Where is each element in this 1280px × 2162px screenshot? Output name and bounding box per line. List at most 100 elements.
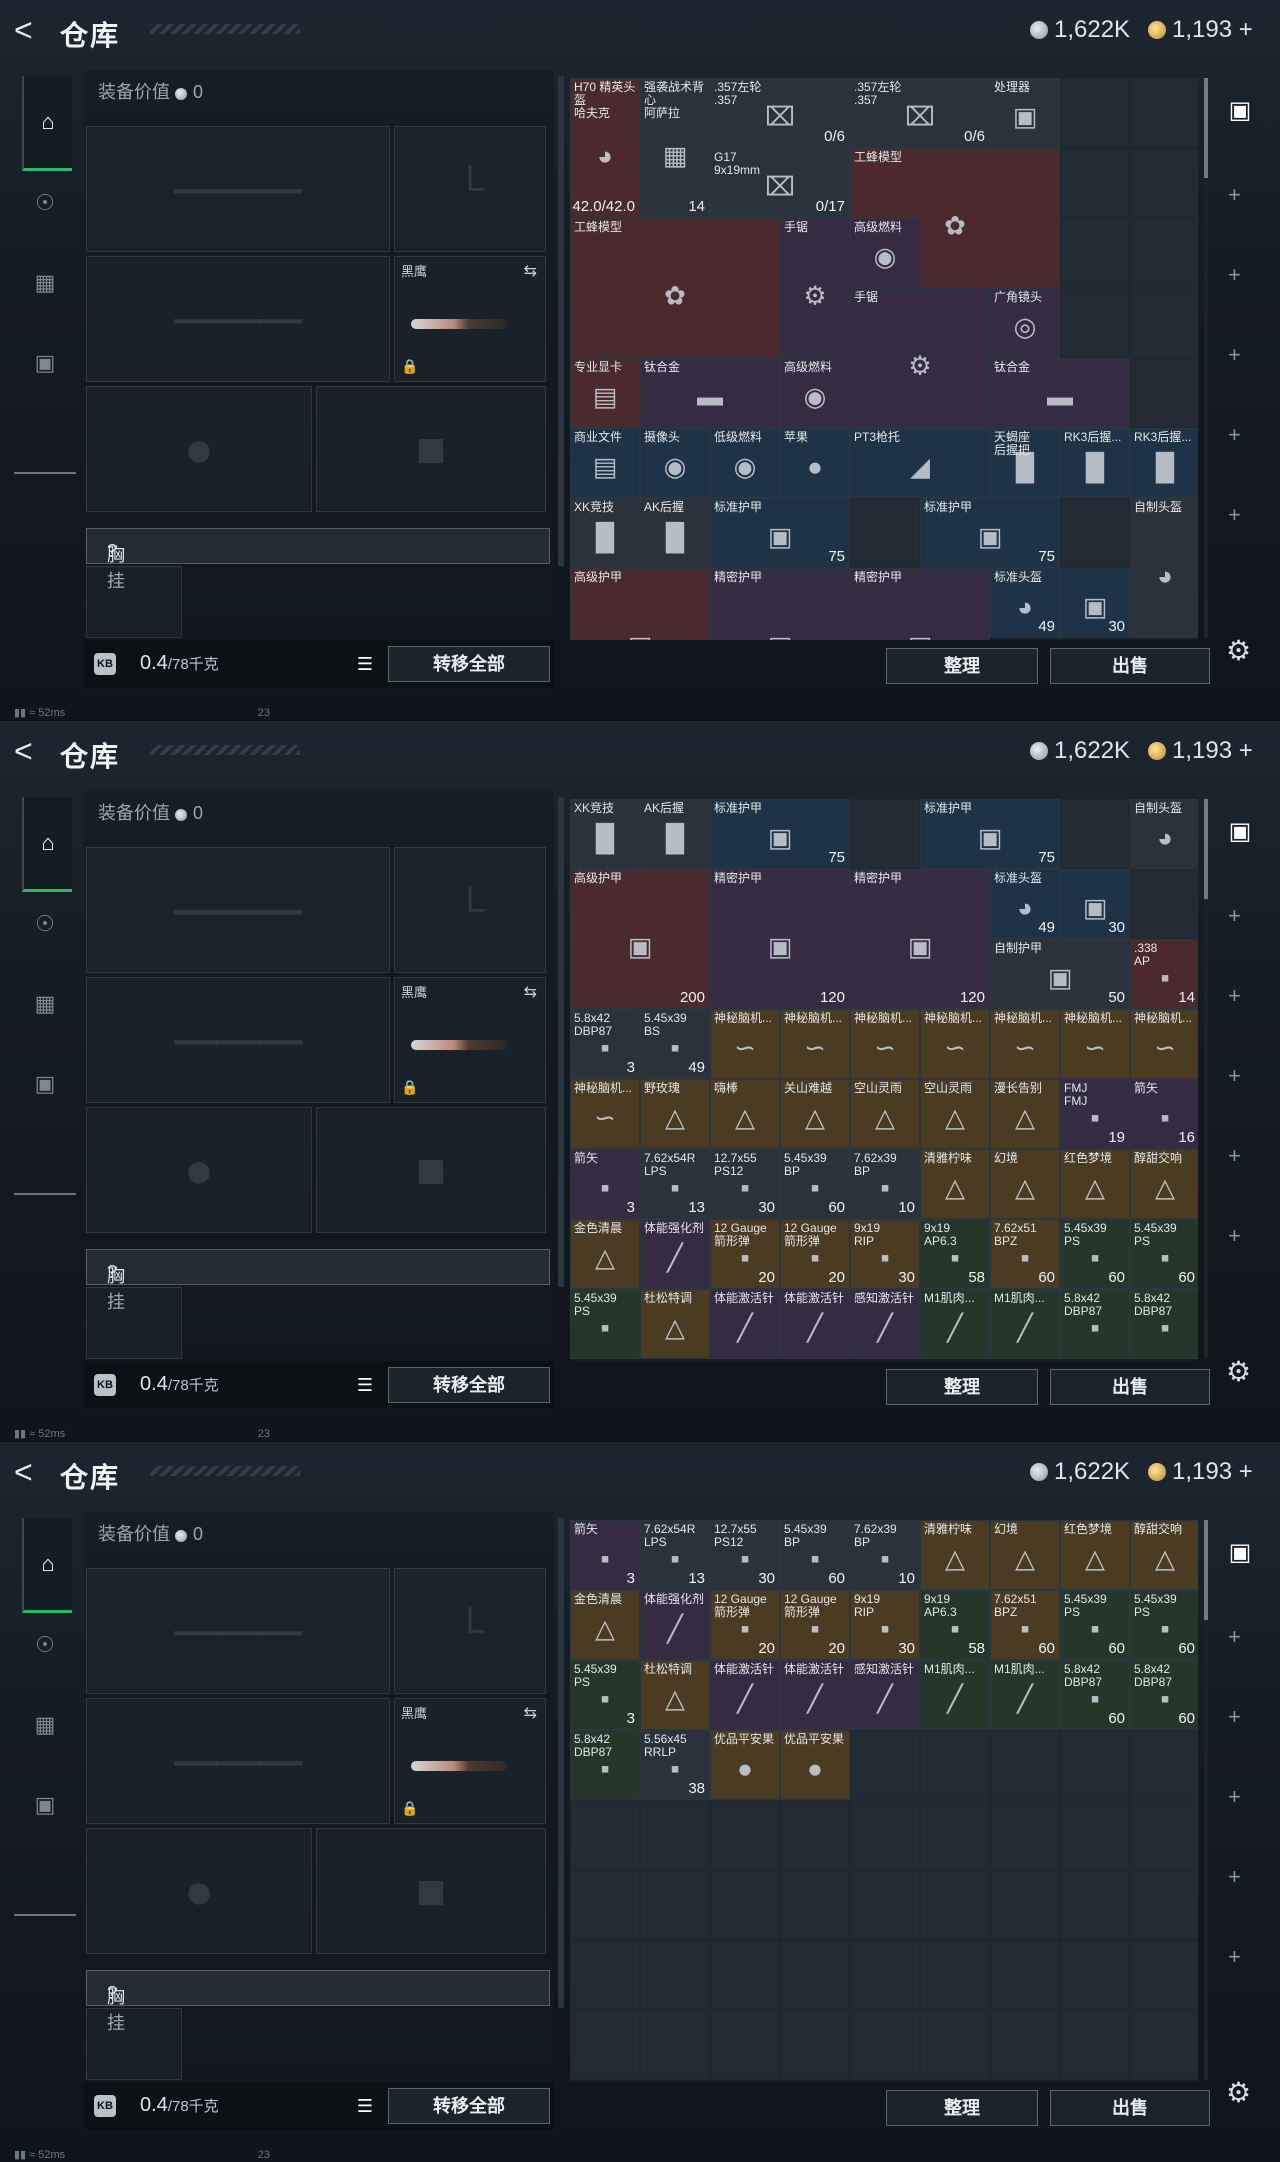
storage-item[interactable]: ▪ 5.45x39 PS	[570, 1289, 640, 1359]
storage-item[interactable]: △ 醇甜交响	[1130, 1149, 1198, 1219]
empty-grid-cell[interactable]	[990, 1800, 1060, 1870]
empty-grid-cell[interactable]	[850, 1940, 920, 2010]
empty-grid-cell[interactable]	[1060, 1730, 1130, 1800]
empty-grid-cell[interactable]	[1130, 218, 1198, 288]
secondary-weapon-slot[interactable]: ───	[86, 977, 390, 1103]
helmet-slot[interactable]: ●	[86, 1107, 312, 1233]
storage-item[interactable]: ╱ 感知激活针	[850, 1289, 920, 1359]
storage-item[interactable]: ▣ 标准护甲 75	[920, 498, 1060, 568]
add-page-icon[interactable]: +	[1228, 422, 1241, 448]
transfer-all-button[interactable]: 转移全部	[388, 2088, 550, 2124]
storage-item[interactable]: ▪ 5.8x42 DBP87 60	[1130, 1660, 1198, 1730]
add-page-icon[interactable]: +	[1228, 262, 1241, 288]
armor-slot[interactable]: ■	[316, 386, 546, 512]
storage-item[interactable]: ▪ 7.62x39 BP 10	[850, 1520, 920, 1590]
storage-item[interactable]: ▪ 9x19 AP6.3 58	[920, 1219, 990, 1289]
add-page-icon[interactable]: +	[1228, 1864, 1241, 1890]
empty-grid-cell[interactable]	[850, 2010, 920, 2080]
empty-grid-cell[interactable]	[710, 1870, 780, 1940]
transfer-all-button[interactable]: 转移全部	[388, 1367, 550, 1403]
storage-item[interactable]: ▪ 7.62x51 BPZ 60	[990, 1219, 1060, 1289]
storage-item[interactable]: ▪ 5.45x39 PS 60	[1130, 1590, 1198, 1660]
empty-grid-cell[interactable]	[640, 1940, 710, 2010]
help-icon[interactable]: ?	[107, 541, 117, 562]
sell-button[interactable]: 出售	[1050, 2090, 1210, 2126]
storage-item[interactable]: ▪ 5.45x39 PS 60	[1130, 1219, 1198, 1289]
swap-icon[interactable]: ⇆	[524, 982, 537, 1002]
storage-item[interactable]: △ 清雅柠味	[920, 1520, 990, 1590]
pistol-slot[interactable]: └	[394, 1568, 546, 1694]
storage-item[interactable]: ● 苹果	[780, 428, 850, 498]
storage-item[interactable]: ● 优品平安果	[710, 1730, 780, 1800]
storage-item[interactable]: ▪ 5.8x42 DBP87	[1130, 1289, 1198, 1359]
storage-item[interactable]: ╱ M1肌肉...	[990, 1660, 1060, 1730]
empty-grid-cell[interactable]	[850, 1800, 920, 1870]
storage-item[interactable]: ∽ 神秘脑机...	[780, 1009, 850, 1079]
storage-item[interactable]: ▣ 自制护甲 50	[990, 939, 1130, 1009]
empty-grid-cell[interactable]	[1060, 799, 1130, 869]
empty-grid-cell[interactable]	[1060, 1940, 1130, 2010]
list-icon[interactable]: ☰	[350, 1371, 380, 1399]
storage-scroll-thumb[interactable]	[1204, 799, 1208, 899]
storage-item[interactable]: ▪ 5.45x39 PS 60	[1060, 1219, 1130, 1289]
gold-currency[interactable]: 1,193 +	[1148, 16, 1253, 44]
backpack-tab-icon[interactable]: ▣	[22, 1782, 68, 1828]
storage-item[interactable]: ▪ 7.62x39 BP 10	[850, 1149, 920, 1219]
helmet-slot[interactable]: ●	[86, 1828, 312, 1954]
backpack-tab-icon[interactable]: ▣	[22, 1061, 68, 1107]
storage-item[interactable]: ∽ 神秘脑机...	[1130, 1009, 1198, 1079]
empty-grid-cell[interactable]	[1060, 498, 1130, 568]
storage-item[interactable]: █ RK3后握...	[1130, 428, 1198, 498]
helmet-tab-icon[interactable]: ☉	[22, 901, 68, 947]
storage-item[interactable]: ∽ 神秘脑机...	[570, 1079, 640, 1149]
empty-grid-cell[interactable]	[1130, 78, 1198, 148]
secondary-weapon-slot[interactable]: ───	[86, 256, 390, 382]
empty-grid-cell[interactable]	[570, 1870, 640, 1940]
empty-grid-cell[interactable]	[640, 1870, 710, 1940]
weapons-tab-icon[interactable]: ⌂	[22, 76, 72, 171]
storage-item[interactable]: ▪ 箭矢 3	[570, 1149, 640, 1219]
empty-grid-cell[interactable]	[850, 1730, 920, 1800]
storage-item[interactable]: ⌧ G17 9x19mm 0/17	[710, 148, 850, 218]
storage-item[interactable]: ▬ 钛合金	[990, 358, 1130, 428]
sort-button[interactable]: 整理	[886, 1369, 1038, 1405]
storage-item[interactable]: △ 关山难越	[780, 1079, 850, 1149]
storage-item[interactable]: ▪ 7.62x54R LPS 13	[640, 1149, 710, 1219]
primary-weapon-slot[interactable]: ───	[86, 847, 390, 973]
empty-grid-cell[interactable]	[710, 1800, 780, 1870]
storage-item[interactable]: ▣ 标准护甲 75	[710, 799, 850, 869]
storage-item[interactable]: △ 红色梦境	[1060, 1520, 1130, 1590]
empty-grid-cell[interactable]	[1060, 218, 1130, 288]
storage-item[interactable]: ▪ 5.45x39 BP 60	[780, 1149, 850, 1219]
storage-item[interactable]: ◕ H70 精英头盔 哈夫克 42.0/42.0	[570, 78, 640, 218]
backpack-tab-icon[interactable]: ▣	[22, 340, 68, 386]
empty-grid-cell[interactable]	[1060, 78, 1130, 148]
storage-item[interactable]: ▪ 12 Gauge 箭形弹 20	[710, 1590, 780, 1660]
storage-item[interactable]: ╱ M1肌肉...	[920, 1660, 990, 1730]
storage-item[interactable]: ∽ 神秘脑机...	[850, 1009, 920, 1079]
add-page-icon[interactable]: +	[1228, 1704, 1241, 1730]
storage-item[interactable]: █ XK竞技	[570, 498, 640, 568]
primary-weapon-slot[interactable]: ───	[86, 1568, 390, 1694]
empty-grid-cell[interactable]	[1130, 869, 1198, 939]
empty-grid-cell[interactable]	[920, 2010, 990, 2080]
weapons-tab-icon[interactable]: ⌂	[22, 797, 72, 892]
empty-grid-cell[interactable]	[1060, 288, 1130, 358]
storage-item[interactable]: △ 清雅柠味	[920, 1149, 990, 1219]
storage-item[interactable]: ╱ 体能激活针	[780, 1289, 850, 1359]
storage-item[interactable]: ◢ PT3枪托	[850, 428, 990, 498]
empty-grid-cell[interactable]	[850, 799, 920, 869]
add-page-icon[interactable]: +	[1228, 1063, 1241, 1089]
empty-grid-cell[interactable]	[1130, 1730, 1198, 1800]
empty-grid-cell[interactable]	[1130, 1800, 1198, 1870]
melee-slot[interactable]: 黑鹰 ⇆ 🔒	[394, 256, 546, 382]
storage-item[interactable]: ╱ 体能激活针	[780, 1660, 850, 1730]
storage-item[interactable]: ▣ 标准护甲 75	[920, 799, 1060, 869]
storage-item[interactable]: ▪ 12.7x55 PS12 30	[710, 1520, 780, 1590]
storage-item[interactable]: ▪ 5.8x42 DBP87	[570, 1730, 640, 1800]
storage-item[interactable]: ◉ 高级燃料	[850, 218, 920, 288]
help-icon[interactable]: ?	[107, 1983, 117, 2004]
storage-item[interactable]: △ 空山灵雨	[920, 1079, 990, 1149]
empty-grid-cell[interactable]	[920, 1800, 990, 1870]
storage-item[interactable]: ╱ 体能强化剂	[640, 1590, 710, 1660]
